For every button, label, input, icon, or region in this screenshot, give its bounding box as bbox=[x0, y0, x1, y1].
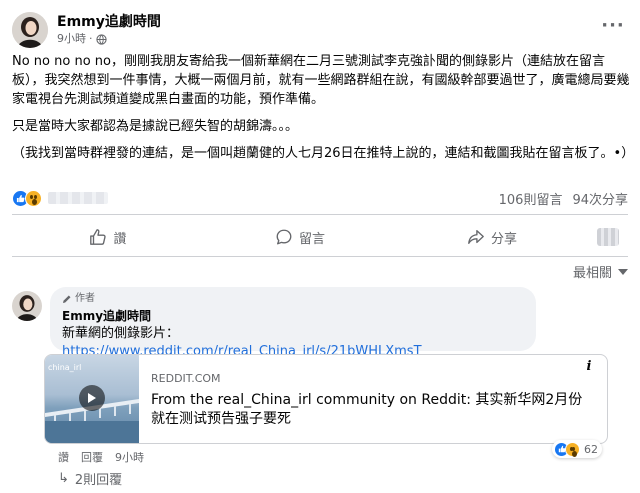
reactions-summary: 106則留言 94次分享 bbox=[12, 186, 628, 210]
post-body: No no no no no，剛剛我朋友寄給我一個新華網在二月三號測試李克強訃聞… bbox=[12, 52, 635, 171]
share-count[interactable]: 94次分享 bbox=[572, 189, 628, 208]
author-badge-label: 作者 bbox=[75, 293, 95, 304]
pencil-icon bbox=[63, 295, 71, 303]
wow-reaction-icon bbox=[25, 189, 42, 207]
reactor-names-redacted bbox=[48, 192, 108, 204]
author-avatar[interactable] bbox=[12, 12, 48, 48]
avatar-image bbox=[12, 12, 48, 48]
comment-bubble-icon bbox=[276, 229, 292, 245]
post-time[interactable]: 9小時 bbox=[57, 31, 86, 47]
share-button[interactable]: 分享 bbox=[396, 220, 588, 254]
comment-author-name[interactable]: Emmy追劇時間 bbox=[62, 308, 524, 325]
comment-like-button[interactable]: 讚 bbox=[58, 449, 69, 465]
globe-icon bbox=[95, 33, 107, 45]
like-button[interactable]: 讚 bbox=[12, 220, 204, 254]
commenter-avatar[interactable] bbox=[12, 291, 42, 321]
post-paragraph: 只是當時大家都認為是據說已經失智的胡錦濤。。。 bbox=[12, 119, 299, 134]
comment-sort-dropdown[interactable]: 最相關 bbox=[573, 262, 628, 281]
play-icon bbox=[79, 385, 105, 411]
link-preview-card[interactable]: china_irl REDDIT.COM From the real_China… bbox=[44, 354, 608, 444]
link-domain: REDDIT.COM bbox=[151, 372, 221, 385]
comment-button[interactable]: 留言 bbox=[204, 220, 396, 254]
ellipsis-icon: ··· bbox=[601, 15, 625, 36]
divider bbox=[12, 256, 628, 257]
like-label: 讚 bbox=[113, 231, 127, 247]
share-as-avatar-redacted[interactable] bbox=[588, 226, 628, 248]
post-header: Emmy追劇時間 9小時 · bbox=[12, 10, 161, 50]
thumbs-up-icon bbox=[90, 229, 107, 245]
comment-label: 留言 bbox=[298, 231, 325, 247]
comment-reaction-count: 62 bbox=[584, 442, 598, 456]
caret-down-icon bbox=[618, 268, 628, 275]
more-options-button[interactable]: ··· bbox=[598, 14, 628, 38]
comment-count[interactable]: 106則留言 bbox=[499, 189, 563, 208]
comment-time[interactable]: 9小時 bbox=[115, 449, 144, 465]
post-author-name[interactable]: Emmy追劇時間 bbox=[57, 13, 161, 31]
comment-bubble: 作者 Emmy追劇時間 新華網的側錄影片：https://www.reddit.… bbox=[50, 287, 536, 359]
share-arrow-icon bbox=[468, 230, 484, 244]
reply-arrow-icon: ↳ bbox=[58, 471, 69, 486]
wow-reaction-icon bbox=[565, 441, 580, 457]
author-badge: 作者 bbox=[62, 292, 524, 306]
comment-text-prefix: 新華網的側錄影片： bbox=[62, 326, 180, 341]
view-replies-button[interactable]: ↳ 2則回覆 bbox=[58, 469, 122, 488]
sort-label: 最相關 bbox=[572, 266, 612, 281]
link-thumbnail: china_irl bbox=[45, 355, 139, 443]
link-title: From the real_China_irl community on Red… bbox=[151, 392, 583, 427]
post-actions: 讚 留言 分享 bbox=[12, 220, 628, 254]
post-paragraph: （我找到當時群裡發的連結，是一個叫趙蘭健的人七月26日在推特上說的，連結和截圖我… bbox=[12, 146, 635, 161]
share-label: 分享 bbox=[490, 231, 517, 247]
divider bbox=[12, 214, 628, 215]
comment-reply-button[interactable]: 回覆 bbox=[81, 449, 103, 465]
comment-actions: 讚 回覆 9小時 bbox=[58, 449, 144, 465]
comment-reaction-badge[interactable]: 62 bbox=[552, 440, 602, 458]
info-icon[interactable]: i bbox=[581, 359, 597, 375]
avatar-image bbox=[12, 291, 42, 321]
post-paragraph: No no no no no，剛剛我朋友寄給我一個新華網在二月三號測試李克強訃聞… bbox=[12, 54, 630, 107]
reaction-icons[interactable] bbox=[12, 189, 108, 207]
replies-label: 2則回覆 bbox=[74, 473, 123, 488]
